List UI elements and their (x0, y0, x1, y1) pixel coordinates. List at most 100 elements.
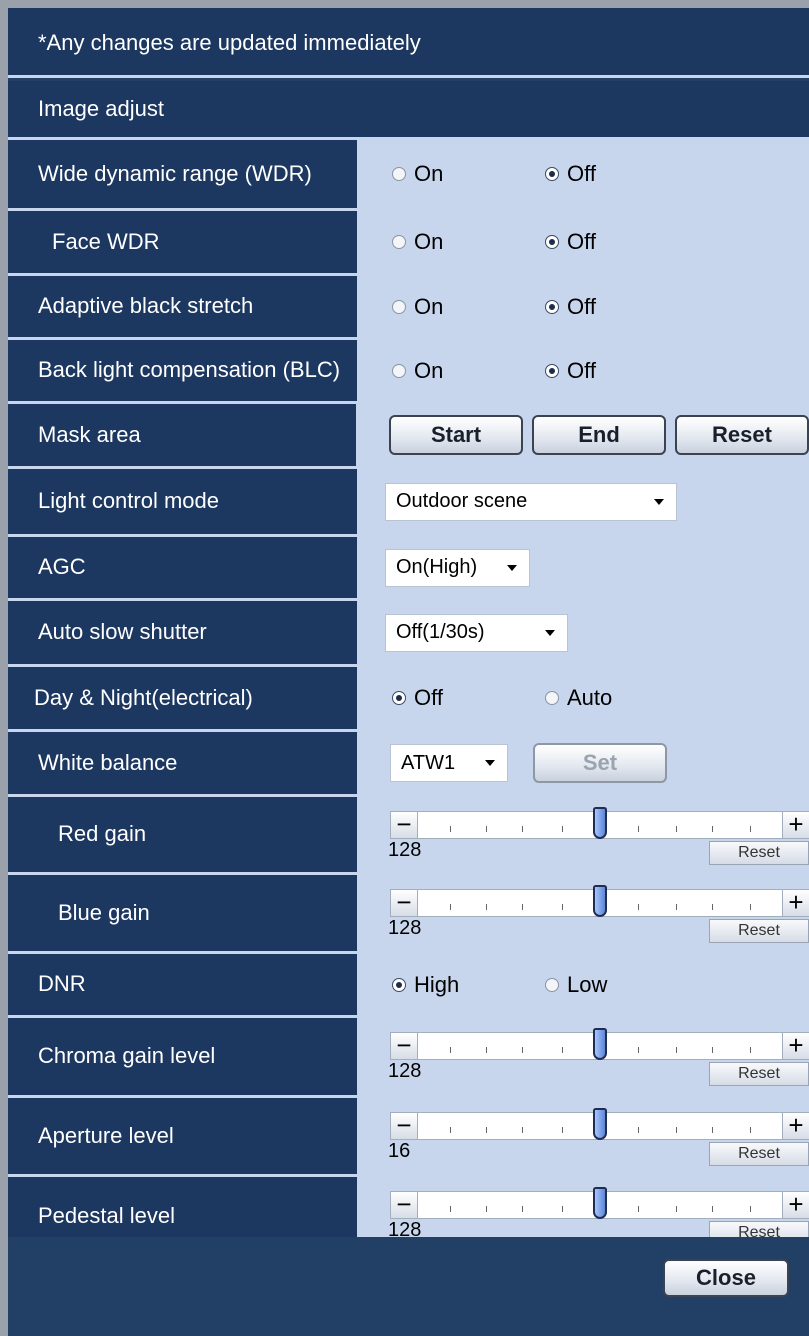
light-control-select[interactable]: Outdoor scene (385, 482, 677, 521)
face-wdr-off-radio[interactable]: Off (545, 229, 698, 255)
plus-icon[interactable]: + (782, 1191, 809, 1219)
slider-tick (676, 1127, 677, 1133)
white-balance-set-button[interactable]: Set (533, 743, 667, 783)
slider-tick (750, 826, 751, 832)
white-balance-select[interactable]: ATW1 (390, 744, 508, 782)
wdr-radio-group: On Off (357, 140, 809, 208)
row-dnr: DNR High Low (8, 954, 809, 1018)
slider-tick (638, 904, 639, 910)
row-adaptive-black-stretch: Adaptive black stretch On Off (8, 276, 809, 340)
radio-icon (392, 299, 406, 314)
row-blc: Back light compensation (BLC) On Off (8, 340, 809, 404)
minus-icon[interactable]: − (390, 889, 418, 917)
mask-end-button[interactable]: End (532, 415, 666, 455)
slider-tick (450, 904, 451, 910)
slider-thumb[interactable] (593, 1108, 607, 1140)
plus-icon[interactable]: + (782, 1112, 809, 1140)
abs-on-radio[interactable]: On (392, 294, 545, 320)
row-label: White balance (8, 732, 357, 794)
blc-on-radio[interactable]: On (392, 358, 545, 384)
slider-tick (712, 1127, 713, 1133)
red-reset-button[interactable]: Reset (709, 841, 809, 865)
radio-icon (545, 691, 559, 705)
row-label: Red gain (8, 797, 357, 872)
radio-label: Off (567, 293, 596, 319)
row-label: DNR (8, 954, 357, 1015)
slider-tick (676, 826, 677, 832)
day-night-off-radio[interactable]: Off (392, 685, 545, 711)
update-notice: *Any changes are updated immediately (8, 8, 809, 78)
mask-start-button[interactable]: Start (389, 415, 523, 455)
mask-reset-button[interactable]: Reset (675, 415, 809, 455)
blue-reset-button[interactable]: Reset (709, 919, 809, 943)
slider-tick (486, 1206, 487, 1212)
radio-label: Low (567, 971, 608, 997)
row-auto-slow-shutter: Auto slow shutter Off(1/30s) (8, 601, 809, 667)
wdr-on-radio[interactable]: On (392, 161, 545, 187)
slider-tick (450, 1047, 451, 1053)
light-control-cell: Outdoor scene (357, 469, 809, 534)
abs-radio-group: On Off (357, 276, 809, 337)
dnr-high-radio[interactable]: High (392, 972, 545, 998)
footer: Close (8, 1237, 809, 1336)
minus-icon[interactable]: − (390, 1191, 418, 1219)
radio-label: On (414, 161, 444, 186)
close-button[interactable]: Close (663, 1259, 789, 1297)
slider-thumb[interactable] (593, 885, 607, 917)
auto-slow-shutter-select[interactable]: Off(1/30s) (385, 613, 568, 652)
row-label: AGC (8, 537, 357, 598)
row-label: Back light compensation (BLC) (8, 340, 357, 401)
aperture-slider[interactable]: − + (390, 1108, 809, 1140)
day-night-auto-radio[interactable]: Auto (545, 685, 698, 711)
chroma-slider[interactable]: − + (390, 1028, 809, 1060)
radio-selected-icon (545, 363, 559, 378)
blue-gain-cell: − +128 Reset (357, 875, 809, 951)
radio-icon (545, 977, 559, 992)
agc-select[interactable]: On(High) (385, 548, 530, 587)
slider-tick (522, 904, 523, 910)
blc-off-radio[interactable]: Off (545, 358, 698, 384)
chroma-reset-button[interactable]: Reset (709, 1062, 809, 1086)
aperture-reset-button[interactable]: Reset (709, 1142, 809, 1166)
radio-selected-icon (392, 977, 406, 992)
chevron-down-icon (654, 498, 664, 505)
slider-tick (638, 1127, 639, 1133)
minus-icon[interactable]: − (390, 1112, 418, 1140)
select-value: Off(1/30s) (396, 621, 485, 643)
slider-tick (712, 1047, 713, 1053)
minus-icon[interactable]: − (390, 811, 418, 839)
blue-slider[interactable]: − + (390, 885, 809, 917)
row-label: Adaptive black stretch (8, 276, 357, 337)
pedestal-slider[interactable]: − + (390, 1187, 809, 1219)
chevron-down-icon (485, 760, 495, 766)
wdr-off-radio[interactable]: Off (545, 161, 698, 187)
dnr-low-radio[interactable]: Low (545, 972, 698, 998)
radio-selected-icon (545, 235, 559, 249)
slider-tick (486, 826, 487, 832)
blue-value: 128 (388, 917, 422, 939)
row-chroma-gain-level: Chroma gain level − +128 Reset (8, 1018, 809, 1098)
slider-thumb[interactable] (593, 1187, 607, 1219)
face-wdr-on-radio[interactable]: On (392, 229, 545, 255)
slider-tick (450, 826, 451, 832)
minus-icon[interactable]: − (390, 1032, 418, 1060)
radio-label: Off (567, 357, 596, 383)
plus-icon[interactable]: + (782, 889, 809, 917)
row-label: Auto slow shutter (8, 601, 357, 664)
row-label: Day & Night(electrical) (8, 667, 357, 729)
plus-icon[interactable]: + (782, 1032, 809, 1060)
slider-tick (522, 1206, 523, 1212)
slider-tick (750, 1206, 751, 1212)
slider-tick (638, 1206, 639, 1212)
radio-selected-icon (392, 691, 406, 705)
slider-tick (486, 1047, 487, 1053)
slider-thumb[interactable] (593, 807, 607, 839)
plus-icon[interactable]: + (782, 811, 809, 839)
slider-thumb[interactable] (593, 1028, 607, 1060)
radio-label: Off (567, 229, 596, 254)
slider-tick (750, 904, 751, 910)
radio-label: Off (414, 685, 443, 710)
red-slider[interactable]: − + (390, 807, 809, 839)
abs-off-radio[interactable]: Off (545, 294, 698, 320)
mask-area-buttons: Start End Reset (356, 404, 809, 466)
